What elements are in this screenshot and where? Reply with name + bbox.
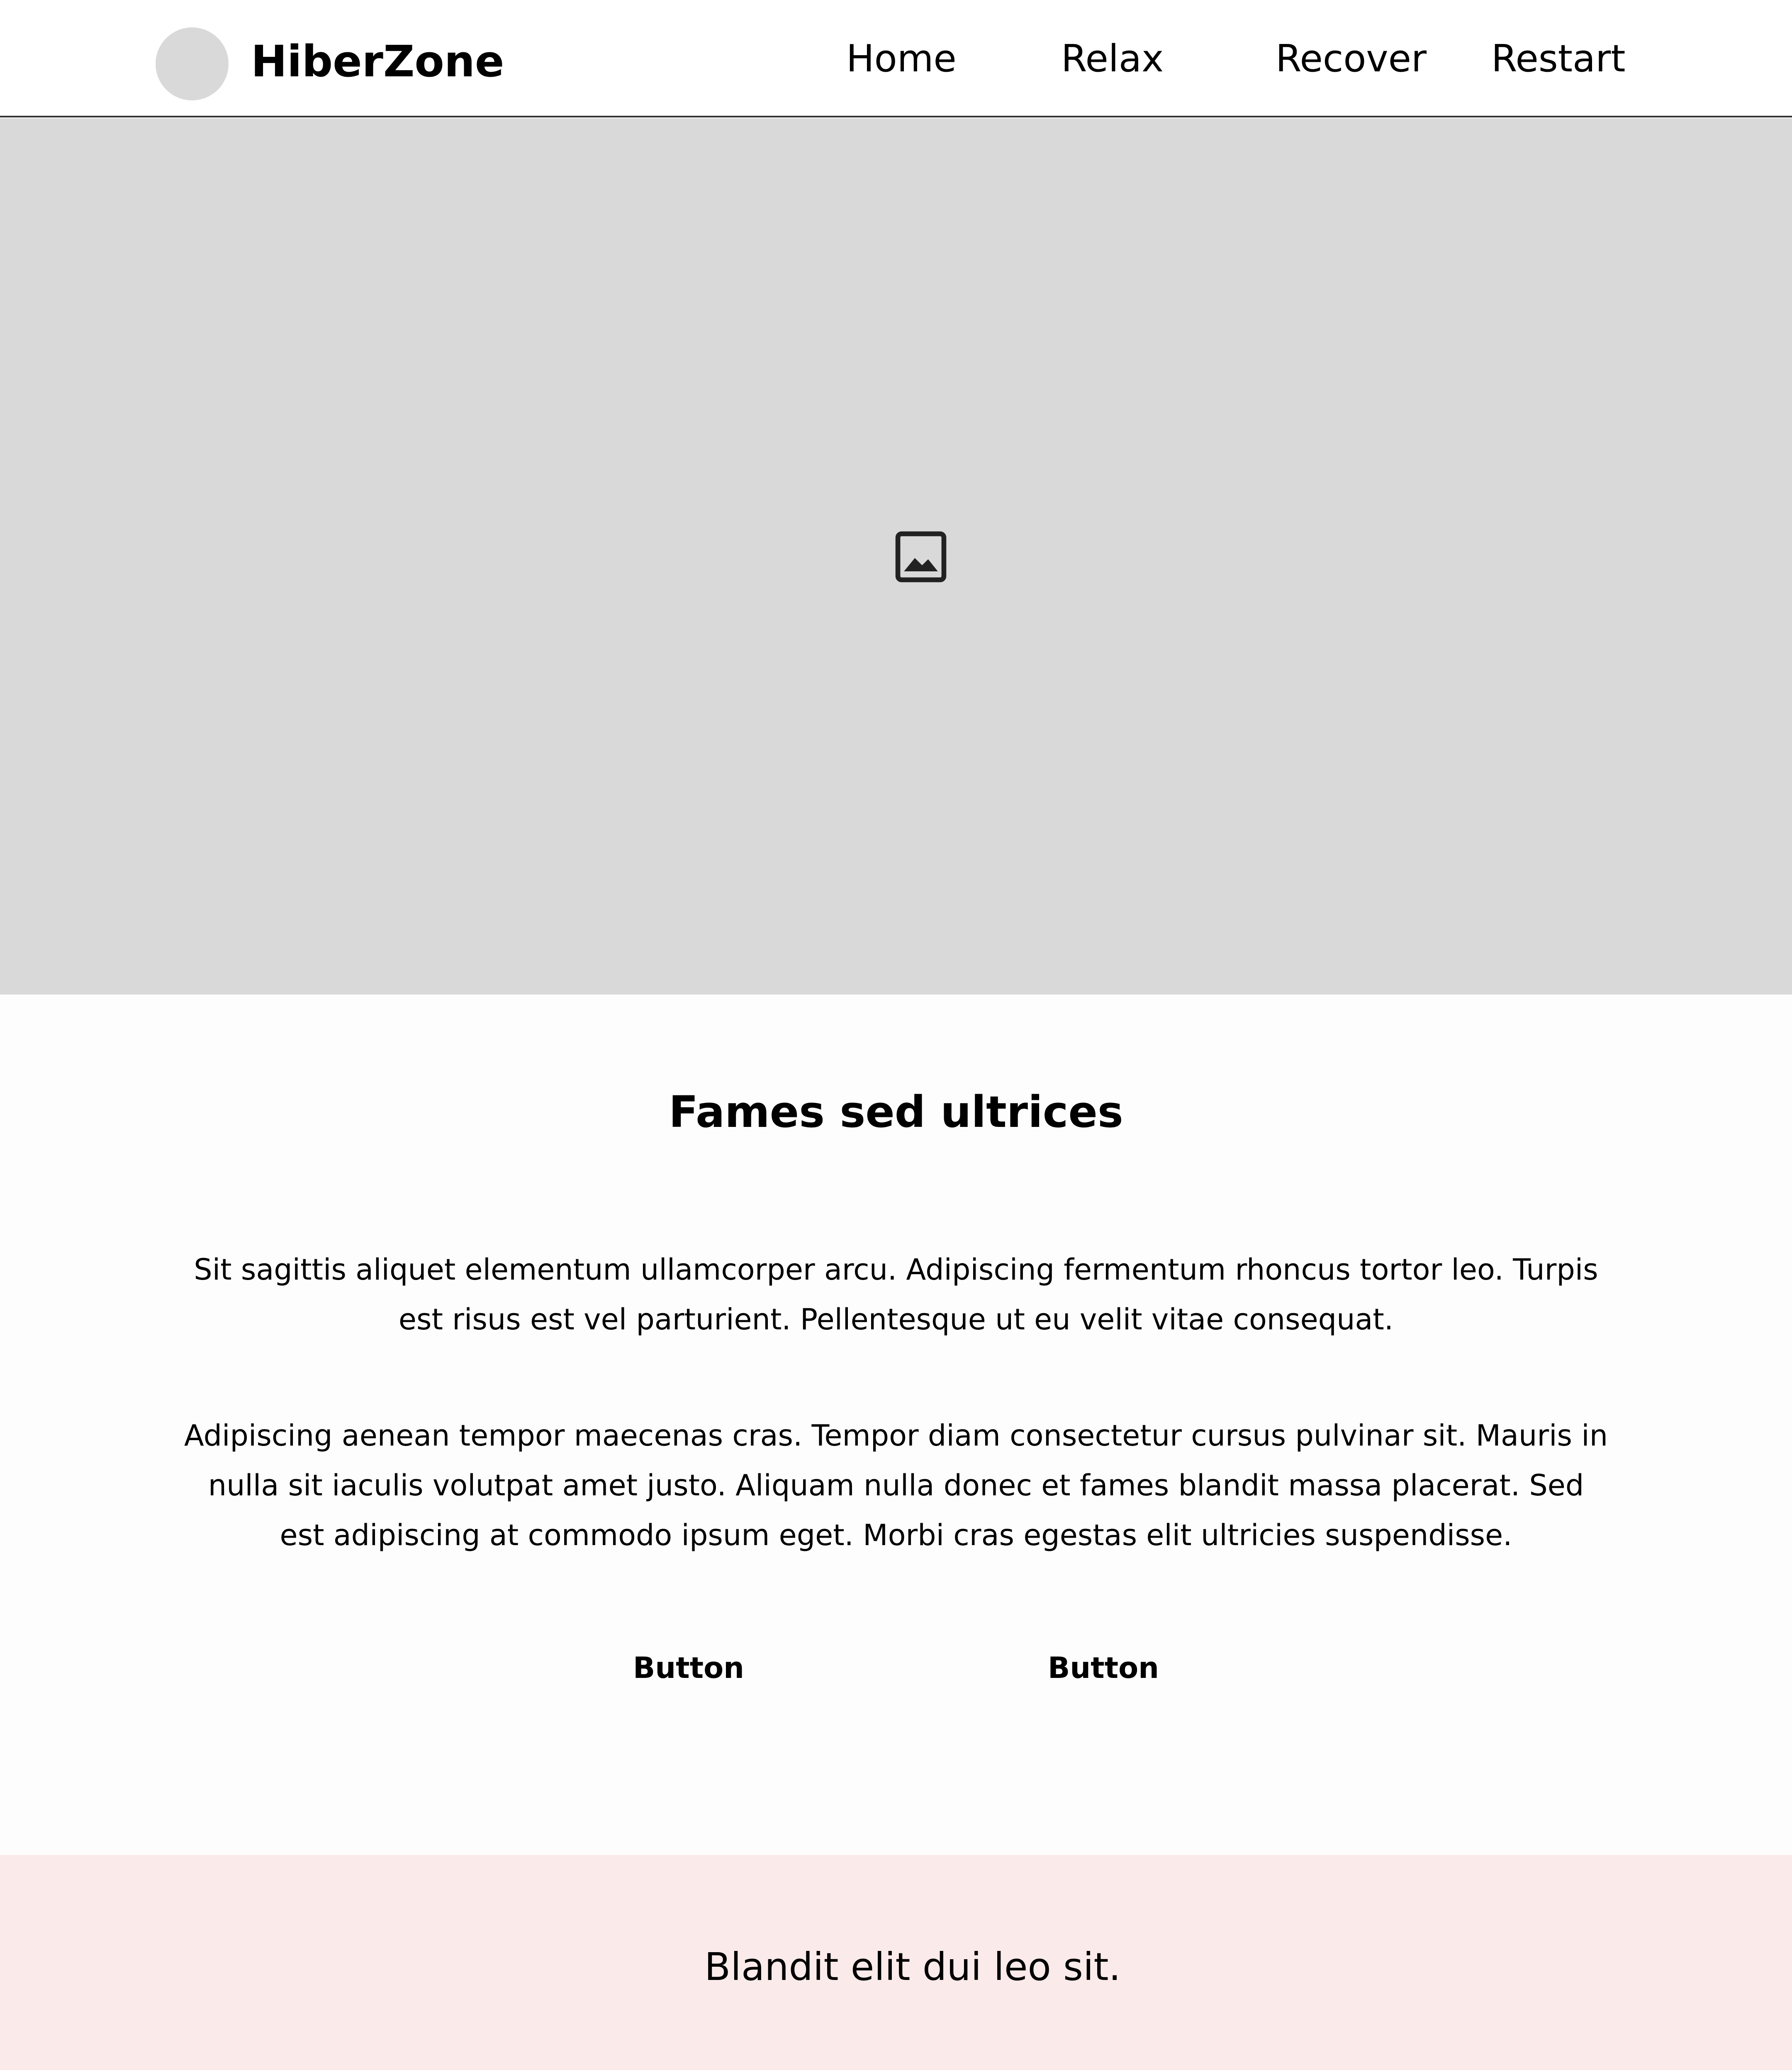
section-title: Fames sed ultrices	[669, 1087, 1123, 1137]
site-header: HiberZone Home Relax Recover Restart	[0, 0, 1792, 117]
logo[interactable]	[156, 27, 229, 100]
primary-button[interactable]: Button	[564, 1643, 813, 1693]
body-paragraph-2: Adipiscing aenean tempor maecenas cras. …	[184, 1419, 1608, 1552]
hero-image-placeholder	[0, 118, 1792, 995]
body-paragraph-1: Sit sagittis aliquet elementum ullamcorp…	[194, 1253, 1598, 1336]
nav-item-home[interactable]: Home	[846, 30, 957, 88]
image-placeholder-icon	[895, 531, 947, 583]
secondary-button[interactable]: Button	[979, 1643, 1228, 1693]
footer-text: Blandit elit dui leo sit.	[704, 1945, 1121, 1989]
nav-item-recover[interactable]: Recover	[1276, 30, 1427, 88]
footer-band: Blandit elit dui leo sit.	[0, 1855, 1792, 2070]
nav-item-relax[interactable]: Relax	[1061, 30, 1164, 88]
nav-item-restart[interactable]: Restart	[1491, 30, 1625, 88]
brand-name[interactable]: HiberZone	[251, 32, 504, 90]
